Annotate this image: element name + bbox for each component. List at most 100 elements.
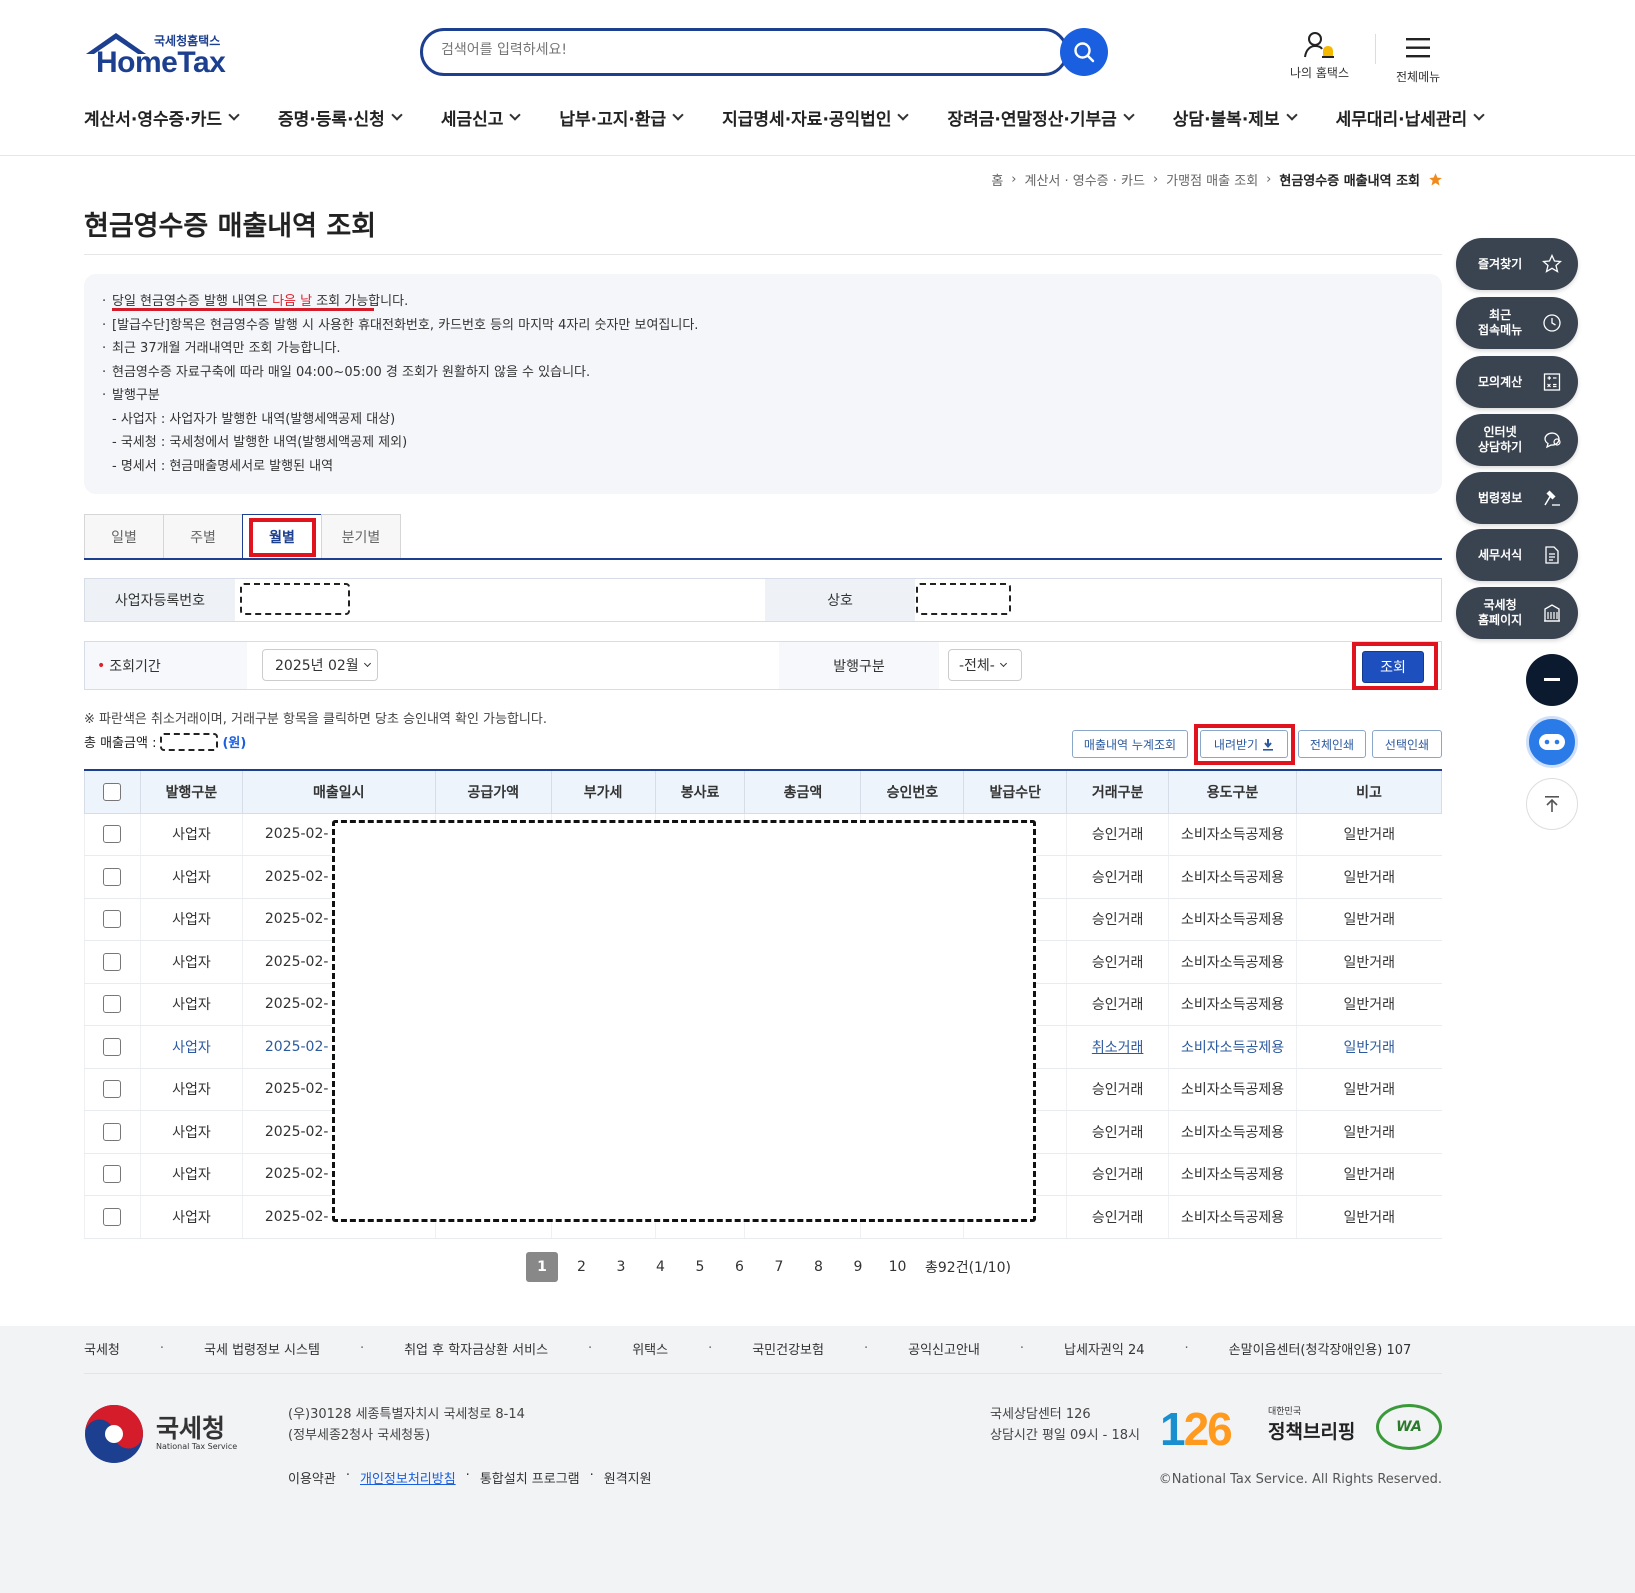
quick-menu-item[interactable]: 즐겨찾기 (1456, 238, 1578, 290)
select-all-checkbox[interactable] (103, 782, 122, 801)
row-checkbox[interactable] (103, 867, 122, 886)
page-link[interactable]: 3 (605, 1252, 637, 1282)
footer-link[interactable]: 국세청 (84, 1339, 120, 1358)
page-link[interactable]: 1 (526, 1252, 558, 1282)
period-select[interactable]: 2025년 02월 (262, 649, 378, 681)
breadcrumb: 홈 › 계산서 · 영수증 · 카드 › 가맹점 매출 조회 › 현금영수증 매… (991, 170, 1443, 189)
quick-menu-item[interactable]: 인터넷 상담하기 (1456, 414, 1578, 466)
row-checkbox[interactable] (103, 995, 122, 1014)
breadcrumb-home[interactable]: 홈 (991, 170, 1003, 189)
cell-masked[interactable] (84, 855, 141, 899)
quick-menu-label: 최근 접속메뉴 (1478, 308, 1523, 337)
row-checkbox[interactable] (103, 1037, 122, 1056)
nav-item-tax-agent[interactable]: 세무대리·납세관리 (1336, 104, 1485, 130)
nav-item-tax-return[interactable]: 세금신고 (441, 104, 522, 130)
chevron-down-icon (999, 659, 1007, 668)
row-checkbox[interactable] (103, 952, 122, 971)
col-header: 비고 (1296, 769, 1442, 814)
row-checkbox[interactable] (103, 1080, 122, 1099)
notice-subitem: - 국세청 : 국세청에서 발행한 내역(발행세액공제 제외) (112, 435, 408, 450)
collapse-button[interactable] (1526, 654, 1578, 706)
hometax-logo[interactable]: 국세청홈택스 HomeTax (84, 30, 234, 79)
cell-note: 일반거래 (1296, 1110, 1442, 1154)
chevron-down-icon (363, 659, 371, 668)
page-link[interactable]: 7 (763, 1252, 795, 1282)
quick-menu-label: 국세청 홈페이지 (1478, 598, 1523, 627)
cell-masked[interactable] (84, 1153, 141, 1196)
annotation-box-download (1194, 724, 1295, 765)
quick-menu-item[interactable]: 법령정보 (1456, 472, 1578, 524)
row-checkbox[interactable] (103, 825, 122, 844)
footer-link[interactable]: 손말이음센터(청각장애인용) 107 (1229, 1339, 1412, 1358)
cell-issue-type: 사업자 (139, 1110, 243, 1154)
cell-masked[interactable] (84, 1068, 141, 1111)
cell-masked[interactable] (84, 940, 141, 984)
page-link[interactable]: 5 (684, 1252, 716, 1282)
cell-masked[interactable] (84, 1025, 141, 1069)
terms-link[interactable]: 이용약관 (288, 1468, 336, 1487)
footer-link[interactable]: 납세자권익 24 (1064, 1339, 1144, 1358)
cell-masked[interactable] (84, 983, 141, 1026)
install-link[interactable]: 통합설치 프로그램 (480, 1468, 580, 1487)
remote-link[interactable]: 원격지원 (604, 1468, 652, 1487)
search-box (420, 28, 1068, 76)
footer-link[interactable]: 국민건강보험 (752, 1339, 824, 1358)
page-link[interactable]: 10 (882, 1252, 914, 1282)
cumulative-query-button[interactable]: 매출내역 누계조회 (1072, 730, 1188, 758)
nav-item-certificates[interactable]: 증명·등록·신청 (278, 104, 403, 130)
row-checkbox[interactable] (103, 1207, 122, 1226)
cell-masked[interactable] (84, 898, 141, 941)
nav-item-statements[interactable]: 지급명세·자료·공익법인 (722, 104, 910, 130)
footer-link[interactable]: 취업 후 학자금상환 서비스 (404, 1339, 548, 1358)
main-nav: 계산서·영수증·카드 증명·등록·신청 세금신고 납부·고지·환급 지급명세·자… (84, 104, 1523, 130)
row-checkbox[interactable] (103, 1122, 122, 1141)
cell-trade-type[interactable]: 취소거래 (1066, 1025, 1169, 1069)
tab-weekly[interactable]: 주별 (163, 514, 243, 559)
policy-briefing-logo[interactable]: 대한민국 정책브리핑 (1268, 1404, 1355, 1444)
nav-item-receipts[interactable]: 계산서·영수증·카드 (84, 104, 240, 130)
search-button[interactable] (1060, 28, 1108, 76)
quick-menu-item[interactable]: 국세청 홈페이지 (1456, 587, 1578, 639)
logo-126[interactable]: 126 (1160, 1402, 1233, 1456)
nav-item-consultation[interactable]: 상담·불복·제보 (1173, 104, 1298, 130)
scroll-top-button[interactable] (1526, 778, 1578, 830)
favorite-star-icon[interactable] (1428, 172, 1443, 187)
quick-menu-item[interactable]: 최근 접속메뉴 (1456, 297, 1578, 349)
page-link[interactable]: 2 (566, 1252, 598, 1282)
breadcrumb-level2[interactable]: 가맹점 매출 조회 (1166, 170, 1258, 189)
issue-type-select[interactable]: -전체- (948, 649, 1022, 681)
search-input[interactable] (441, 42, 1001, 58)
footer-link[interactable]: 위택스 (632, 1339, 668, 1358)
breadcrumb-level1[interactable]: 계산서 · 영수증 · 카드 (1024, 170, 1144, 189)
cell-masked[interactable] (84, 1195, 141, 1239)
page-link[interactable]: 6 (724, 1252, 756, 1282)
tab-daily[interactable]: 일별 (84, 514, 164, 559)
nav-item-payment[interactable]: 납부·고지·환급 (559, 104, 684, 130)
row-checkbox[interactable] (103, 910, 122, 929)
tab-quarterly[interactable]: 분기별 (321, 514, 401, 559)
chevron-down-icon (672, 109, 684, 121)
chevron-down-icon (509, 109, 522, 121)
cell-masked[interactable] (84, 813, 141, 856)
footer-link[interactable]: 국세 법령정보 시스템 (204, 1339, 320, 1358)
chatbot-button[interactable] (1526, 716, 1578, 768)
footer-link[interactable]: 공익신고안내 (908, 1339, 980, 1358)
util-divider (1375, 34, 1376, 64)
logo126-part: 1 (1160, 1403, 1186, 1455)
print-all-button[interactable]: 전체인쇄 (1298, 730, 1366, 758)
row-checkbox[interactable] (103, 1165, 122, 1184)
page-link[interactable]: 8 (803, 1252, 835, 1282)
my-hometax-button[interactable]: 나의 홈택스 (1290, 26, 1349, 81)
page-link[interactable]: 4 (645, 1252, 677, 1282)
nav-item-incentives[interactable]: 장려금·연말정산·기부금 (947, 104, 1135, 130)
page-link[interactable]: 9 (842, 1252, 874, 1282)
print-selected-button[interactable]: 선택인쇄 (1372, 730, 1442, 758)
notice-item: 발행구분 (102, 384, 1424, 408)
privacy-link[interactable]: 개인정보처리방침 (360, 1468, 456, 1487)
quick-menu-item[interactable]: 세무서식 (1456, 529, 1578, 581)
quick-menu-item[interactable]: 모의계산 (1456, 356, 1578, 408)
arrow-up-icon (1545, 796, 1559, 812)
cell-masked[interactable] (84, 1110, 141, 1154)
all-menu-button[interactable]: 전체메뉴 (1396, 26, 1440, 85)
cell-trade-type: 승인거래 (1066, 1153, 1169, 1196)
